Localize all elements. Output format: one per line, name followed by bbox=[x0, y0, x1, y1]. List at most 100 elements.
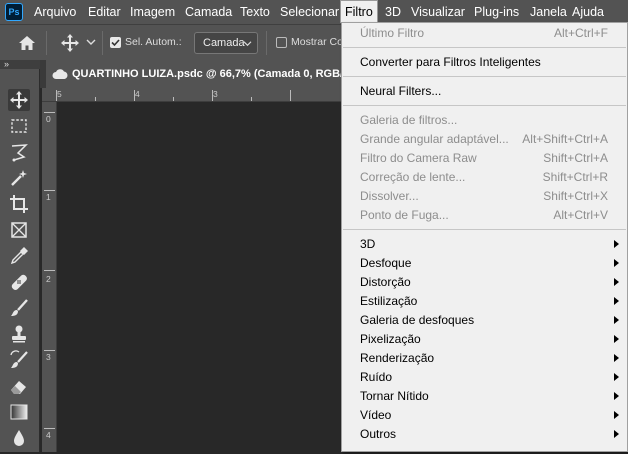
filter-menu-item-galeria-de-filtros[interactable]: Galeria de filtros... bbox=[342, 111, 627, 130]
eraser-icon bbox=[11, 381, 26, 394]
filter-menu-item-neural-filters[interactable]: Neural Filters... bbox=[342, 82, 627, 101]
menu-filtro[interactable]: Filtro bbox=[340, 0, 378, 23]
healing-icon bbox=[11, 274, 27, 290]
auto-select-checkbox[interactable] bbox=[110, 37, 121, 48]
ruler-tick bbox=[44, 112, 55, 113]
submenu-arrow-icon bbox=[614, 430, 619, 438]
eraser-tool[interactable] bbox=[8, 375, 30, 397]
filter-menu-item-video[interactable]: Vídeo bbox=[342, 406, 627, 425]
ruler-tick bbox=[212, 90, 213, 101]
healing-brush-tool[interactable] bbox=[8, 271, 30, 293]
filter-menu-item-converter-para-filtros-inteligentes[interactable]: Converter para Filtros Inteligentes bbox=[342, 53, 627, 72]
filter-menu-item-ruido[interactable]: Ruído bbox=[342, 368, 627, 387]
chevron-down-icon bbox=[243, 41, 252, 47]
ruler-tick bbox=[44, 190, 55, 191]
menu-separator bbox=[343, 105, 626, 106]
eyedropper-tool[interactable] bbox=[8, 245, 30, 267]
gradient-tool[interactable] bbox=[8, 401, 30, 423]
filter-menu-item-outros[interactable]: Outros bbox=[342, 425, 627, 444]
brush-tool[interactable] bbox=[8, 297, 30, 319]
filter-menu-item-filtro-do-camera-raw[interactable]: Filtro do Camera Raw Shift+Ctrl+A bbox=[342, 149, 627, 168]
menu-item-label: Galeria de filtros... bbox=[360, 113, 458, 127]
filter-menu-item-galeria-de-desfoques[interactable]: Galeria de desfoques bbox=[342, 311, 627, 330]
menu-item-label: Ruído bbox=[360, 370, 393, 384]
menu-janela[interactable]: Janela bbox=[526, 0, 571, 24]
filter-menu-item-tornar-nitido[interactable]: Tornar Nítido bbox=[342, 387, 627, 406]
divider bbox=[102, 31, 103, 55]
blur-tool[interactable] bbox=[8, 427, 30, 449]
frame-icon bbox=[11, 222, 27, 238]
brush-icon bbox=[11, 299, 28, 316]
gradient-icon bbox=[10, 404, 28, 420]
filter-menu-item-ponto-de-fuga[interactable]: Ponto de Fuga... Alt+Ctrl+V bbox=[342, 206, 627, 225]
menu-separator bbox=[343, 229, 626, 230]
menu-camada[interactable]: Camada bbox=[181, 0, 236, 24]
menu-item-label: Vídeo bbox=[360, 408, 392, 422]
menu-item-label: Filtro do Camera Raw bbox=[360, 151, 477, 165]
submenu-arrow-icon bbox=[614, 240, 619, 248]
ruler-tick bbox=[251, 97, 252, 101]
crop-tool[interactable] bbox=[8, 193, 30, 215]
menu-item-shortcut: Alt+Ctrl+F bbox=[553, 26, 608, 40]
menu-selecionar[interactable]: Selecionar bbox=[276, 0, 343, 24]
crop-icon bbox=[10, 195, 28, 213]
submenu-arrow-icon bbox=[614, 392, 619, 400]
menu-item-label: Pixelização bbox=[360, 332, 421, 346]
ruler-tick bbox=[173, 97, 174, 101]
menu-texto[interactable]: Texto bbox=[236, 0, 274, 24]
history-brush-tool[interactable] bbox=[8, 349, 30, 371]
menu-item-shortcut: Shift+Ctrl+A bbox=[543, 151, 608, 165]
filter-menu-item-distorcao[interactable]: Distorção bbox=[342, 273, 627, 292]
show-transform-checkbox[interactable] bbox=[276, 37, 287, 48]
home-icon[interactable] bbox=[18, 35, 36, 51]
eyedropper-icon bbox=[10, 247, 28, 265]
auto-select-target-dropdown[interactable]: Camada bbox=[194, 32, 258, 54]
document-tab[interactable]: QUARTINHO LUIZA.psdc @ 66,7% (Camada 0, … bbox=[46, 60, 386, 88]
divider bbox=[46, 31, 47, 55]
menu-arquivo[interactable]: Arquivo bbox=[30, 0, 80, 24]
marquee-icon bbox=[11, 119, 27, 133]
filter-menu-item-desfoque[interactable]: Desfoque bbox=[342, 254, 627, 273]
move-tool[interactable] bbox=[8, 89, 30, 111]
menu-ajuda[interactable]: Ajuda bbox=[568, 0, 608, 24]
filter-menu-item-ultimo-filtro[interactable]: Último Filtro Alt+Ctrl+F bbox=[342, 24, 627, 43]
filter-menu-item-grande-angular-adaptavel[interactable]: Grande angular adaptável... Alt+Shift+Ctr… bbox=[342, 130, 627, 149]
submenu-arrow-icon bbox=[614, 278, 619, 286]
lasso-tool[interactable] bbox=[8, 141, 30, 163]
move-tool-icon[interactable] bbox=[60, 33, 80, 53]
show-transform-label: Mostrar Co bbox=[291, 36, 343, 48]
toolbar-collapse-button[interactable]: » bbox=[0, 60, 40, 69]
menu-item-label: Converter para Filtros Inteligentes bbox=[360, 55, 541, 69]
submenu-arrow-icon bbox=[614, 373, 619, 381]
menu-item-label: Outros bbox=[360, 427, 397, 441]
ruler-label: 4 bbox=[135, 89, 140, 99]
menu-separator bbox=[343, 76, 626, 77]
ruler-tick bbox=[44, 270, 55, 271]
marquee-tool[interactable] bbox=[8, 115, 30, 137]
frame-tool[interactable] bbox=[8, 219, 30, 241]
chevron-down-icon[interactable] bbox=[86, 38, 96, 46]
menu-item-label: Estilização bbox=[360, 294, 418, 308]
photoshop-logo-icon[interactable]: Ps bbox=[5, 3, 23, 21]
ruler-label: 3 bbox=[46, 352, 51, 362]
menu-3d[interactable]: 3D bbox=[381, 0, 405, 24]
menu-separator bbox=[343, 47, 626, 48]
menu-editar[interactable]: Editar bbox=[84, 0, 125, 24]
filter-menu-item-estilizacao[interactable]: Estilização bbox=[342, 292, 627, 311]
vertical-ruler[interactable]: 0 1 2 3 4 bbox=[42, 102, 57, 452]
menu-item-shortcut: Alt+Ctrl+V bbox=[553, 208, 608, 222]
filter-menu-item-pixelizacao[interactable]: Pixelização bbox=[342, 330, 627, 349]
menu-visualizar[interactable]: Visualizar bbox=[407, 0, 469, 24]
menu-item-label: Tornar Nítido bbox=[360, 389, 429, 403]
menu-item-label: Renderização bbox=[360, 351, 435, 365]
filter-menu-item-3d[interactable]: 3D bbox=[342, 235, 627, 254]
menu-plug-ins[interactable]: Plug-ins bbox=[470, 0, 523, 24]
clone-stamp-tool[interactable] bbox=[8, 323, 30, 345]
filter-menu-item-correcao-de-lente[interactable]: Correção de lente... Shift+Ctrl+R bbox=[342, 168, 627, 187]
menu-imagem[interactable]: Imagem bbox=[126, 0, 179, 24]
magic-wand-tool[interactable] bbox=[8, 167, 30, 189]
filter-menu-item-renderizacao[interactable]: Renderização bbox=[342, 349, 627, 368]
submenu-arrow-icon bbox=[614, 259, 619, 267]
submenu-arrow-icon bbox=[614, 354, 619, 362]
filter-menu-item-dissolver[interactable]: Dissolver... Shift+Ctrl+X bbox=[342, 187, 627, 206]
